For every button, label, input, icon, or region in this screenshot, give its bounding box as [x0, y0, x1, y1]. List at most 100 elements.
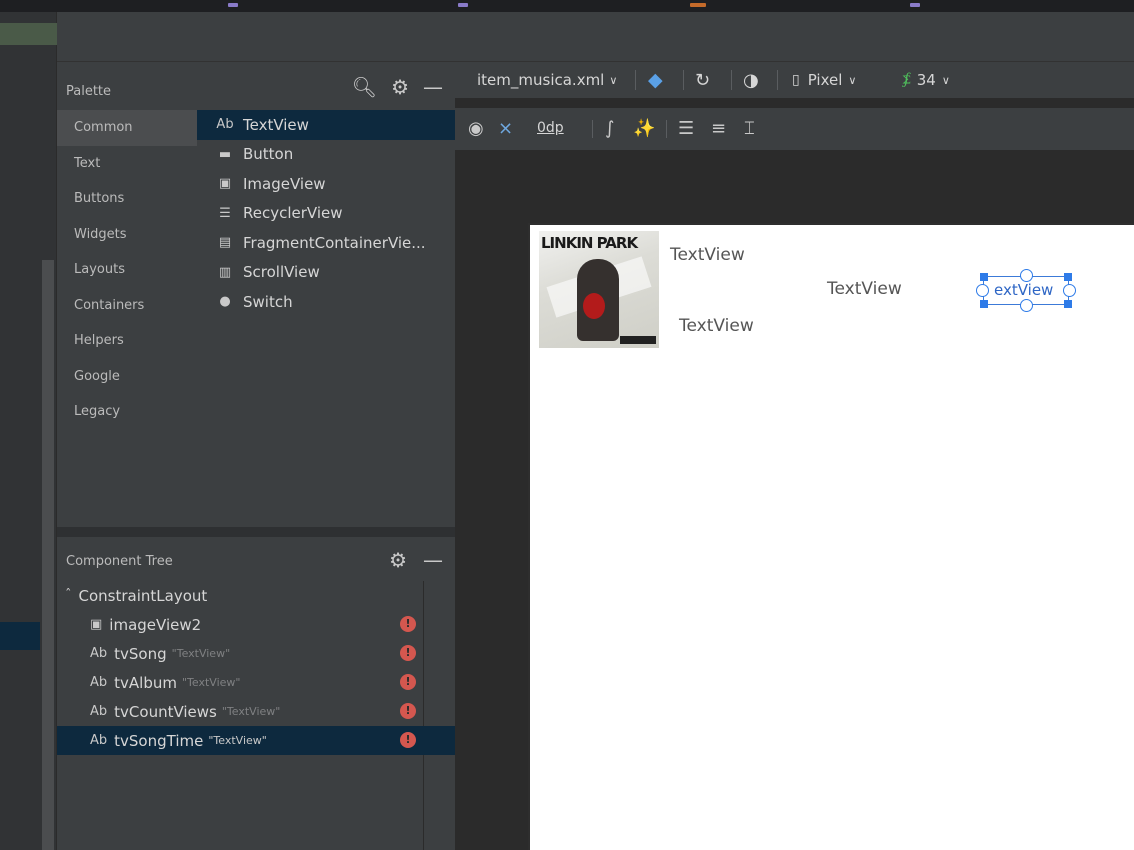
toolbar-separator	[683, 70, 684, 90]
tv-song[interactable]: TextView	[670, 245, 745, 265]
magnet-icon[interactable]: ⨯	[498, 118, 513, 139]
tree-rows: ˆ ConstraintLayout ▣ imageView2 ! Ab tvS…	[57, 581, 455, 755]
device-name: Pixel	[807, 71, 843, 89]
api-selector[interactable]: ⨋ 34 ∨	[902, 62, 950, 98]
guidelines-icon[interactable]: ⌶	[744, 118, 755, 139]
category-google[interactable]: Google	[57, 359, 197, 395]
palette-item-button[interactable]: ▬ Button	[197, 140, 455, 170]
minimize-icon[interactable]: —	[423, 548, 443, 572]
tv-song-time-selected[interactable]: extView	[976, 269, 1076, 312]
tree-row-constraintlayout[interactable]: ˆ ConstraintLayout	[57, 581, 455, 610]
resize-handle[interactable]	[980, 273, 988, 281]
chevron-down-icon: ∨	[941, 73, 950, 87]
tree-row-tvcountviews[interactable]: Ab tvCountViews "TextView" !	[57, 697, 455, 726]
palette-item-label: ImageView	[243, 174, 326, 193]
layers-icon[interactable]: ◆	[648, 62, 663, 98]
constraint-anchor-start[interactable]	[976, 284, 989, 297]
category-legacy[interactable]: Legacy	[57, 394, 197, 430]
constraint-anchor-bottom[interactable]	[1020, 299, 1033, 312]
category-helpers[interactable]: Helpers	[57, 323, 197, 359]
palette-item-fragment[interactable]: ▤ FragmentContainerVie...	[197, 228, 455, 258]
palette-item-label: ScrollView	[243, 263, 320, 282]
palette-item-label: FragmentContainerVie...	[243, 233, 426, 252]
constraint-anchor-top[interactable]	[1020, 269, 1033, 282]
scroll-icon: ▥	[218, 264, 232, 280]
toolbar-separator	[731, 70, 732, 90]
tree-row-imageview2[interactable]: ▣ imageView2 !	[57, 610, 455, 639]
minimize-icon[interactable]: —	[423, 75, 443, 99]
design-toolbar: item_musica.xml ∨ ◆ ↻ ◑ ▯ Pixel ∨ ⨋ 34 ∨	[455, 62, 1134, 98]
tree-row-tvsongtime[interactable]: Ab tvSongTime "TextView" !	[57, 726, 455, 755]
palette-item-switch[interactable]: ● Switch	[197, 287, 455, 317]
panel-splitter[interactable]	[57, 527, 455, 537]
palette-actions: 🔍︎ ⚙ —	[352, 75, 443, 99]
tab-marker	[458, 3, 468, 7]
fragment-icon: ▤	[218, 235, 232, 251]
toolbar-separator	[666, 120, 667, 138]
file-selector[interactable]: item_musica.xml ∨	[477, 62, 617, 98]
gutter-selected-row	[0, 622, 40, 650]
search-icon[interactable]: 🔍︎	[352, 75, 377, 99]
tree-row-tvsong[interactable]: Ab tvSong "TextView" !	[57, 639, 455, 668]
error-icon[interactable]: !	[400, 616, 416, 632]
palette-items: Ab TextView ▬ Button ▣ ImageView ☰ Recyc…	[197, 110, 455, 527]
category-layouts[interactable]: Layouts	[57, 252, 197, 288]
category-text[interactable]: Text	[57, 146, 197, 182]
file-name: item_musica.xml	[477, 71, 605, 89]
constraint-toolbar: ◉ ⨯ 0dp ∫ ✨ ☰ ≡ ⌶	[455, 108, 1134, 150]
category-containers[interactable]: Containers	[57, 288, 197, 324]
button-icon: ▬	[218, 146, 232, 162]
error-icon[interactable]: !	[400, 703, 416, 719]
category-buttons[interactable]: Buttons	[57, 181, 197, 217]
tree-row-label: imageView2	[109, 615, 202, 634]
infer-constraints-icon[interactable]: ✨	[633, 118, 655, 139]
clear-constraints-icon[interactable]: ∫	[605, 118, 614, 139]
tv-album[interactable]: TextView	[679, 316, 754, 336]
gear-icon[interactable]: ⚙	[391, 75, 409, 99]
orientation-icon[interactable]: ↻	[695, 62, 710, 98]
align-icon[interactable]: ≡	[711, 118, 726, 139]
palette-categories: Common Text Buttons Widgets Layouts Cont…	[57, 110, 197, 527]
palette-item-textview[interactable]: Ab TextView	[197, 110, 455, 140]
tree-row-text: "TextView"	[221, 705, 281, 718]
chevron-down-icon: ∨	[848, 73, 857, 87]
gutter-scrollbar[interactable]	[42, 260, 54, 850]
error-icon[interactable]: !	[400, 732, 416, 748]
android-icon: ⨋	[902, 72, 911, 88]
error-icon[interactable]: !	[400, 674, 416, 690]
tree-row-label: tvSong	[114, 644, 167, 663]
resize-handle[interactable]	[1064, 300, 1072, 308]
tree-row-label: tvSongTime	[114, 731, 204, 750]
palette-item-label: Button	[243, 145, 294, 164]
category-common[interactable]: Common	[57, 110, 197, 146]
tv-count-views[interactable]: TextView	[827, 279, 902, 299]
palette-header: Palette 🔍︎ ⚙ —	[57, 62, 455, 110]
tree-row-label: tvCountViews	[114, 702, 217, 721]
cover-logo-text: LINKIN PARK	[541, 234, 638, 252]
palette-item-imageview[interactable]: ▣ ImageView	[197, 169, 455, 199]
textview-icon: Ab	[90, 646, 108, 661]
constraint-anchor-end[interactable]	[1063, 284, 1076, 297]
device-selector[interactable]: ▯ Pixel ∨	[792, 62, 856, 98]
default-margin[interactable]: 0dp	[537, 120, 564, 136]
eye-icon[interactable]: ◉	[468, 118, 484, 139]
tab-marker	[690, 3, 706, 7]
gear-icon[interactable]: ⚙	[389, 548, 407, 572]
tree-row-label: ConstraintLayout	[78, 586, 208, 605]
palette-item-label: Switch	[243, 292, 293, 311]
night-mode-icon[interactable]: ◑	[743, 62, 759, 98]
tree-row-tvalbum[interactable]: Ab tvAlbum "TextView" !	[57, 668, 455, 697]
category-widgets[interactable]: Widgets	[57, 217, 197, 253]
error-icon[interactable]: !	[400, 645, 416, 661]
album-cover-image[interactable]: LINKIN PARK	[539, 231, 659, 348]
textview-icon: Ab	[90, 675, 108, 690]
palette-item-scrollview[interactable]: ▥ ScrollView	[197, 258, 455, 288]
layout-preview[interactable]: LINKIN PARK TextView TextView TextView e…	[528, 223, 1134, 850]
gutter-highlight	[0, 23, 57, 45]
tree-row-text: "TextView"	[181, 676, 241, 689]
pack-icon[interactable]: ☰	[678, 118, 694, 139]
palette-item-recyclerview[interactable]: ☰ RecyclerView	[197, 199, 455, 229]
resize-handle[interactable]	[1064, 273, 1072, 281]
phone-icon: ▯	[792, 72, 800, 88]
resize-handle[interactable]	[980, 300, 988, 308]
